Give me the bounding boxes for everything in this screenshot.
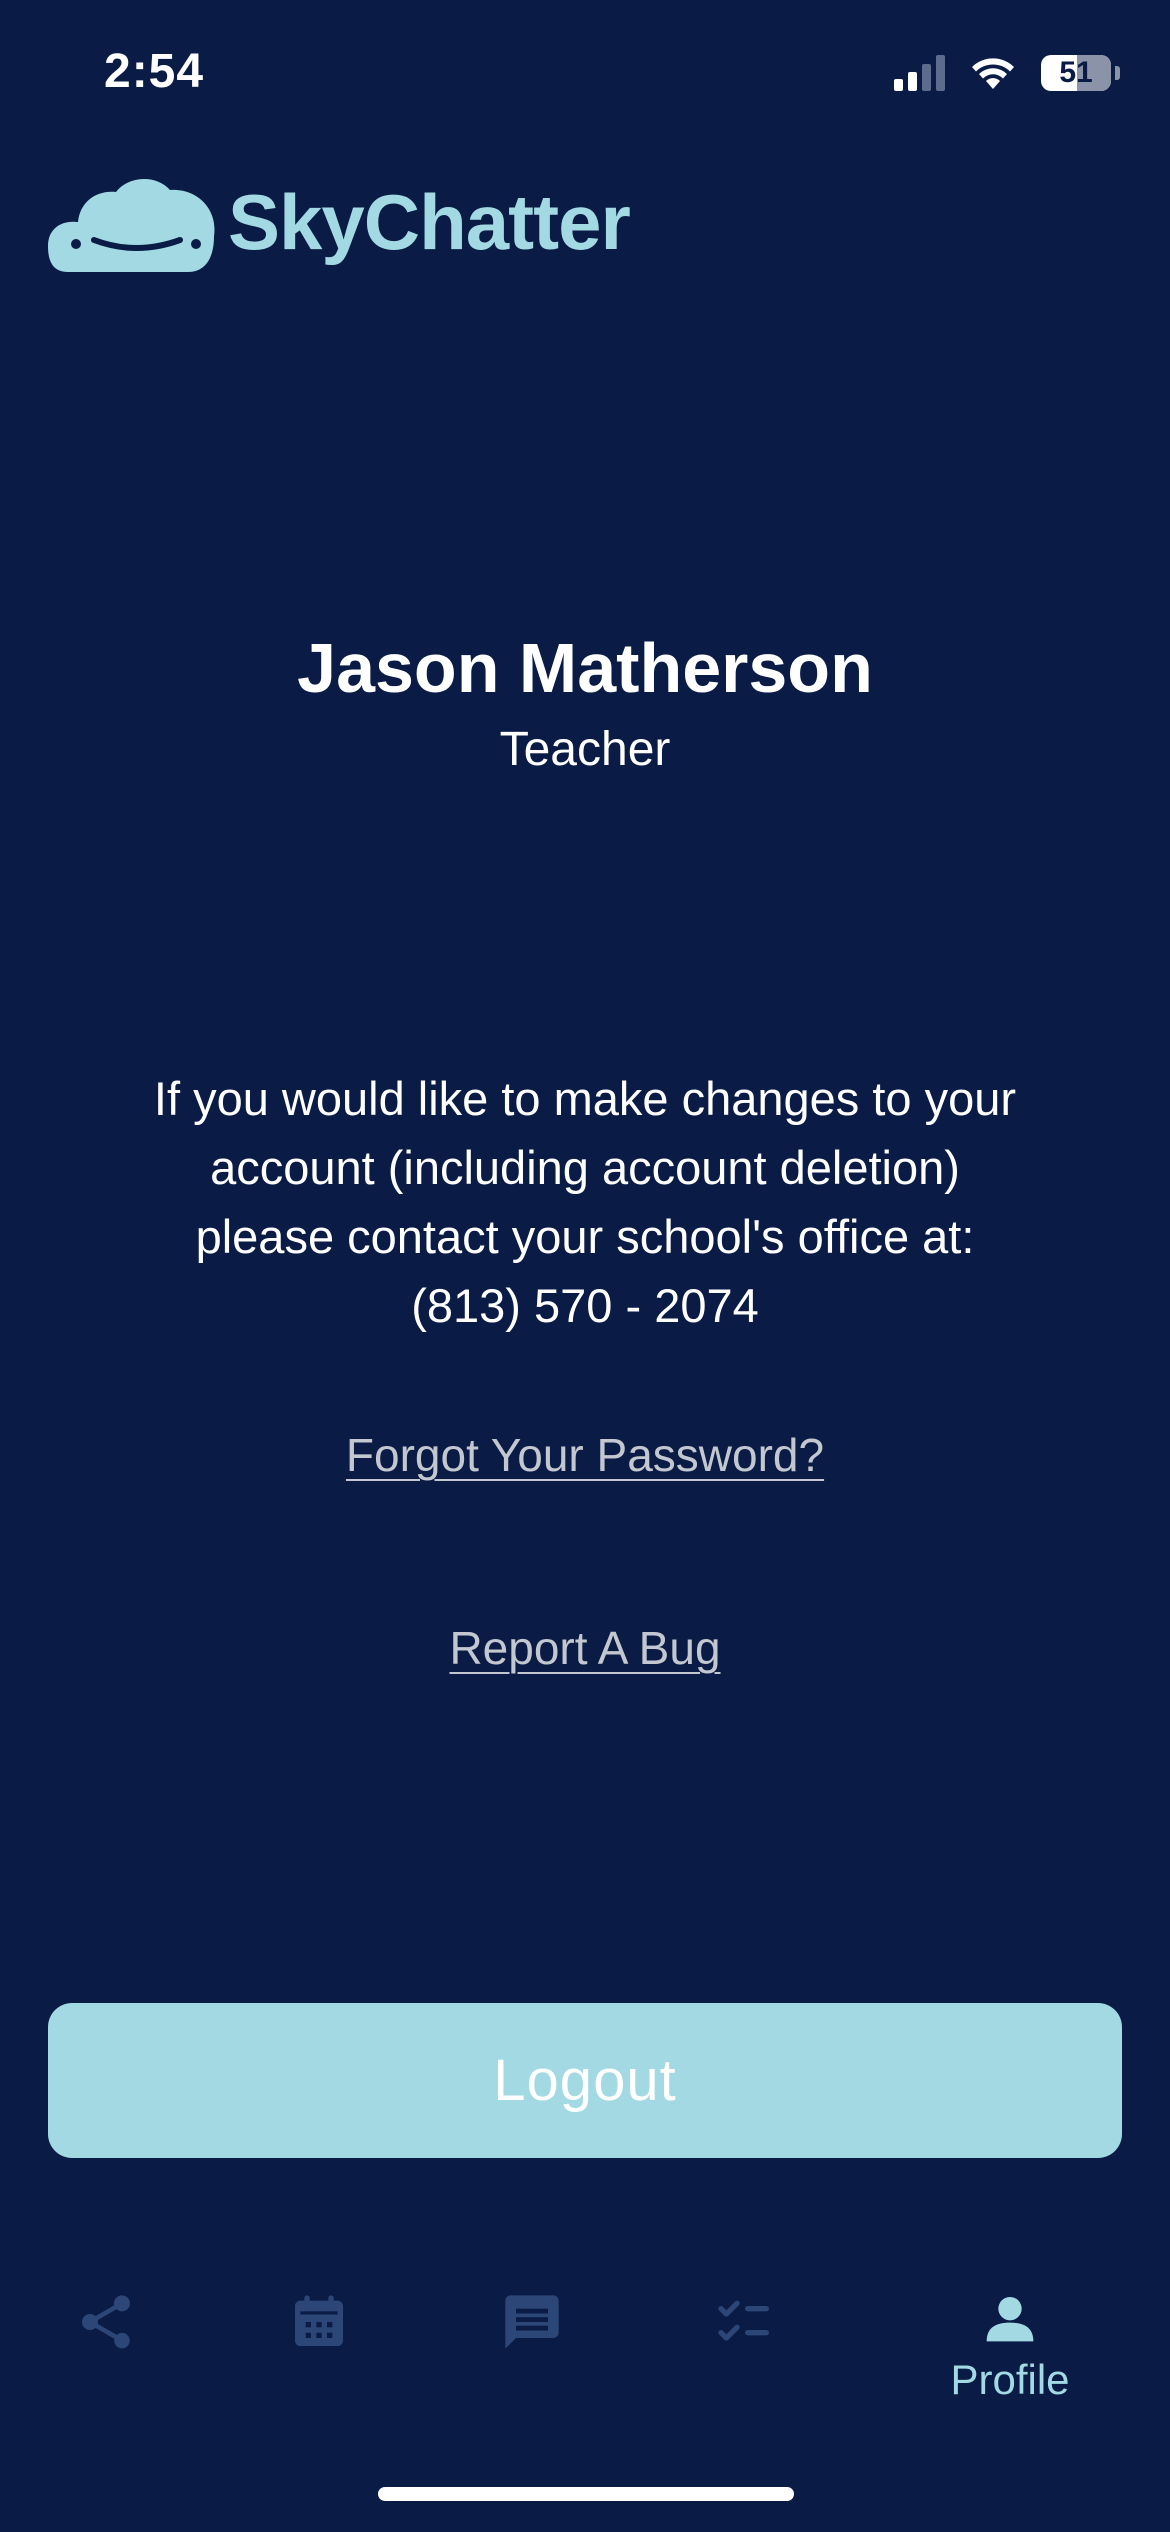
wifi-icon [972, 58, 1014, 89]
tab-calendar[interactable] [239, 2290, 399, 2410]
tab-label: Profile [950, 2356, 1070, 2403]
cellular-signal-icon [894, 55, 945, 91]
home-indicator[interactable] [378, 2487, 794, 2501]
profile-name: Jason Matherson [297, 629, 873, 707]
battery-level: 51 [1059, 56, 1093, 89]
tab-messages[interactable] [452, 2290, 612, 2410]
calendar-icon [295, 2295, 343, 2346]
info-line: please contact your school's office at: [195, 1210, 975, 1263]
checklist-icon [718, 2300, 769, 2341]
tab-share[interactable] [26, 2290, 186, 2410]
status-time: 2:54 [104, 45, 205, 98]
report-bug-link[interactable]: Report A Bug [0, 1621, 1170, 1675]
school-phone-number[interactable]: (813) 570 - 2074 [60, 1271, 1110, 1340]
cloud-smile-icon [48, 178, 215, 272]
logout-button[interactable]: Logout [48, 2003, 1122, 2158]
info-line: account (including account deletion) [210, 1141, 960, 1194]
app-name: SkyChatter [228, 177, 631, 266]
chat-icon [505, 2295, 559, 2349]
tab-profile[interactable]: Profile [930, 2290, 1090, 2410]
profile-role: Teacher [499, 723, 671, 776]
tab-tasks[interactable] [665, 2290, 825, 2410]
info-line: If you would like to make changes to you… [153, 1072, 1017, 1125]
share-icon [82, 2295, 130, 2349]
forgot-password-link[interactable]: Forgot Your Password? [0, 1428, 1170, 1482]
account-info-text: If you would like to make changes to you… [60, 1064, 1110, 1340]
app-logo: SkyChatter [48, 172, 631, 272]
battery-icon: 51 [1041, 55, 1111, 91]
battery-tip [1115, 66, 1120, 80]
status-indicators: 51 [894, 50, 1120, 96]
person-icon [986, 2297, 1034, 2342]
